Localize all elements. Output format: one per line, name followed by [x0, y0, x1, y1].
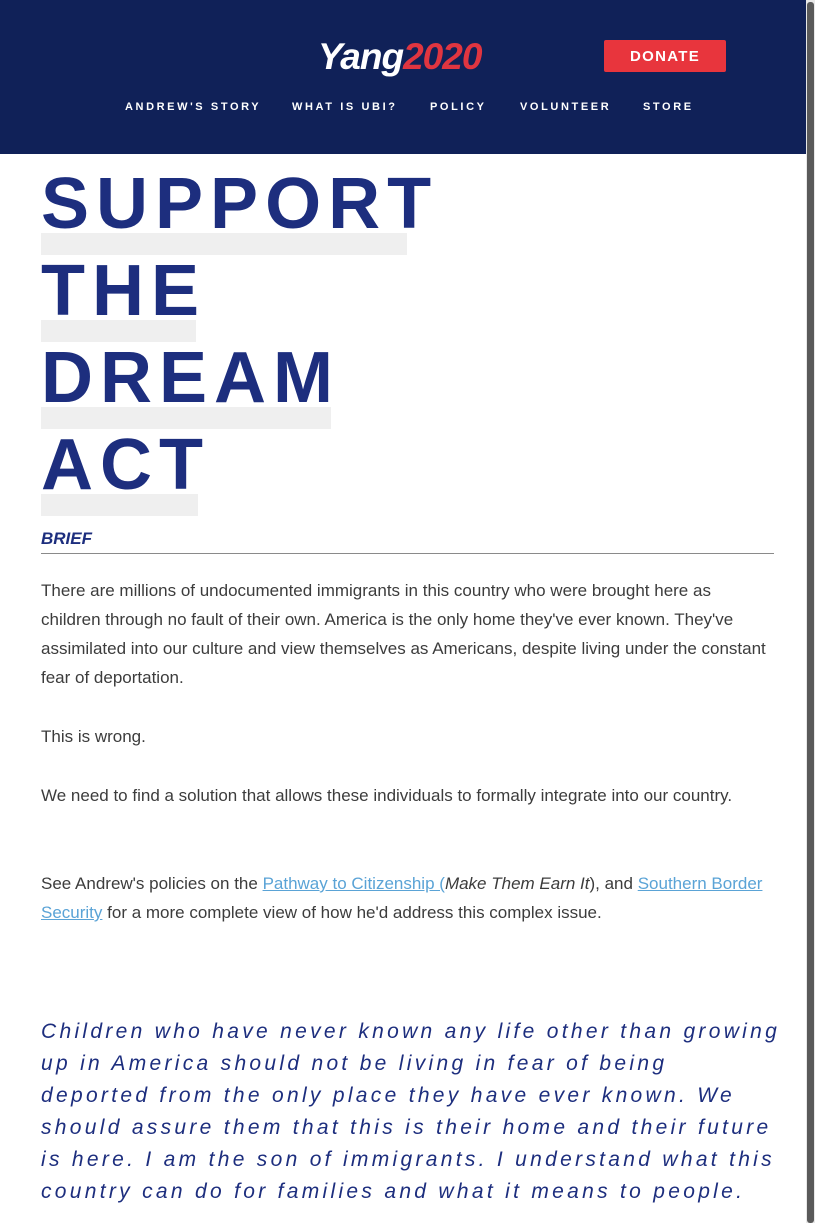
nav-andrews-story[interactable]: ANDREW'S STORY — [125, 101, 261, 113]
logo-name: Yang — [318, 36, 404, 77]
policy-links-middle: ), and — [589, 874, 638, 893]
nav-volunteer[interactable]: VOLUNTEER — [520, 101, 611, 113]
logo-year: 2020 — [403, 36, 482, 77]
nav-store[interactable]: STORE — [643, 101, 694, 113]
page-title: SUPPORT THE DREAM ACT — [41, 168, 438, 516]
title-line-text: ACT — [41, 425, 210, 505]
site-header: Yang2020 DONATE ANDREW'S STORY WHAT IS U… — [0, 0, 815, 154]
policy-links-paragraph: See Andrew's policies on the Pathway to … — [41, 869, 771, 927]
pathway-to-citizenship-link[interactable]: Pathway to Citizenship ( — [263, 874, 445, 893]
brief-paragraph: This is wrong. — [41, 727, 146, 746]
yang2020-logo[interactable]: Yang2020 — [318, 34, 498, 80]
main-nav: ANDREW'S STORY WHAT IS UBI? POLICY VOLUN… — [0, 101, 815, 115]
title-line-text: DREAM — [41, 338, 340, 418]
scrollbar-thumb[interactable] — [807, 2, 814, 1223]
make-them-earn-it-text: Make Them Earn It — [444, 874, 590, 893]
nav-what-is-ubi[interactable]: WHAT IS UBI? — [292, 101, 398, 113]
brief-paragraph: There are millions of undocumented immig… — [41, 581, 766, 687]
title-line: DREAM — [41, 342, 438, 429]
title-line: THE — [41, 255, 438, 342]
title-line: SUPPORT — [41, 168, 438, 255]
donate-button[interactable]: DONATE — [604, 40, 726, 72]
policy-links-prefix: See Andrew's policies on the — [41, 874, 263, 893]
title-line-text: THE — [41, 251, 206, 331]
title-line: ACT — [41, 429, 438, 516]
section-divider — [41, 553, 774, 554]
scrollbar[interactable] — [806, 0, 815, 1223]
nav-policy[interactable]: POLICY — [430, 101, 487, 113]
title-line-text: SUPPORT — [41, 164, 439, 244]
brief-paragraph: We need to find a solution that allows t… — [41, 786, 733, 805]
section-label-brief: BRIEF — [41, 529, 92, 548]
policy-links-suffix: for a more complete view of how he'd add… — [102, 903, 602, 922]
andrew-quote: Children who have never known any life o… — [41, 1020, 781, 1203]
